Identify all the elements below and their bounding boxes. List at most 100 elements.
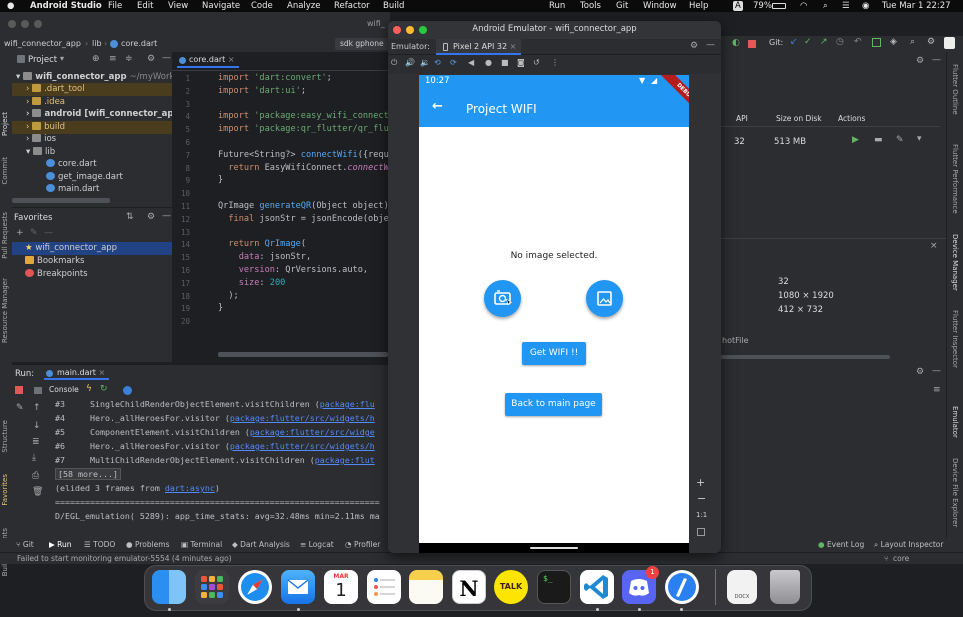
project-dropdown[interactable]: Project — [28, 55, 57, 65]
search-icon[interactable]: ⌕ — [823, 0, 828, 12]
console-line[interactable]: #7 MultiChildRenderObjectElement.visitCh… — [55, 454, 375, 468]
sort-icon[interactable]: ⇅ — [126, 212, 134, 222]
menu-view[interactable]: View — [168, 0, 188, 12]
volume-down-icon[interactable]: 🔉 — [420, 58, 430, 67]
more-options-icon[interactable]: ⋮ — [551, 58, 559, 67]
menu-run[interactable]: Run — [549, 0, 565, 12]
code-line[interactable]: QrImage generateQR(Object object) — [218, 200, 389, 213]
tab-logcat[interactable]: ≡ Logcat — [300, 540, 334, 549]
menu-app-name[interactable]: Android Studio — [30, 0, 102, 12]
strip-structure[interactable]: Structure — [1, 420, 9, 453]
console-line[interactable]: [58 more...] — [55, 468, 121, 482]
tab-dart-analysis[interactable]: ◆ Dart Analysis — [232, 540, 290, 549]
target-icon[interactable]: ⊕ — [92, 54, 100, 64]
close-icon[interactable]: × — [510, 42, 517, 51]
dock-mail-icon[interactable] — [281, 570, 315, 604]
code-line[interactable]: import 'package:qr_flutter/qr_flu — [218, 123, 389, 136]
breadcrumb-file[interactable]: core.dart — [121, 39, 157, 48]
close-icon[interactable]: × — [228, 55, 235, 64]
tab-layout-inspector[interactable]: ⌕ Layout Inspector — [874, 540, 943, 550]
dock-kakaotalk-icon[interactable]: TALK — [494, 570, 528, 604]
code-line[interactable]: final jsonStr = jsonEncode(obje — [218, 213, 388, 226]
strip-project[interactable]: Project — [1, 112, 9, 136]
details-scrollbar[interactable] — [720, 355, 890, 359]
expand-all-icon[interactable]: ≡ — [109, 54, 117, 64]
zoom-out-icon[interactable]: − — [697, 492, 706, 505]
dock-xcode-icon[interactable] — [665, 570, 699, 604]
input-source-icon[interactable]: A — [733, 1, 743, 11]
scroll-up-icon[interactable]: ↑ — [33, 403, 41, 413]
back-to-main-button[interactable]: Back to main page — [505, 393, 602, 416]
edit-device-icon[interactable]: ✎ — [896, 135, 904, 145]
strip-resource-manager[interactable]: Resource Manager — [1, 278, 9, 343]
gear-icon[interactable]: ⚙ — [916, 367, 924, 377]
tree-lib[interactable]: ▾ lib — [12, 146, 55, 159]
window-zoom-icon[interactable] — [34, 20, 42, 28]
menu-window[interactable]: Window — [643, 0, 677, 12]
menu-help[interactable]: Help — [689, 0, 708, 12]
close-icon[interactable]: × — [98, 368, 105, 377]
strip-favorites[interactable]: Favorites — [1, 474, 9, 506]
code-line[interactable]: data: jsonStr, — [218, 251, 311, 264]
code-line[interactable]: import 'package:easy_wifi_connect — [218, 110, 389, 123]
back-arrow-icon[interactable]: ← — [432, 99, 443, 114]
device-tab[interactable]: Pixel 2 API 32 × — [436, 39, 521, 55]
get-wifi-button[interactable]: Get WIFI !! — [522, 342, 586, 365]
editor-scrollbar[interactable] — [218, 352, 388, 357]
scroll-down-icon[interactable]: ↓ — [33, 421, 41, 431]
dock-document-icon[interactable]: DOCX — [727, 570, 757, 604]
scroll-to-end-icon[interactable]: ⤓ — [32, 453, 36, 463]
console-line[interactable]: ========================================… — [55, 496, 380, 510]
tree-get-image-dart[interactable]: get_image.dart — [12, 171, 123, 184]
gear-icon[interactable]: ⚙ — [690, 41, 698, 51]
git-update-icon[interactable]: ↙ — [790, 37, 798, 47]
tree-scrollbar[interactable] — [12, 198, 110, 203]
strip-emulator[interactable]: Emulator — [951, 406, 959, 438]
gear-icon[interactable]: ⚙ — [916, 56, 924, 66]
dock-notes-icon[interactable] — [409, 570, 443, 604]
tree-main-dart[interactable]: main.dart — [12, 183, 99, 196]
tab-git[interactable]: ⑂ Git — [16, 540, 34, 549]
jetbrains-toolbox-icon[interactable] — [944, 37, 955, 49]
minimize-panel-icon[interactable]: — — [162, 53, 171, 63]
strip-flutter-inspector[interactable]: Flutter Inspector — [951, 310, 959, 368]
console-line[interactable]: #4 Hero._allHeroesFor.visitor (package:f… — [55, 412, 375, 426]
status-branch[interactable]: core — [893, 554, 909, 563]
home-handle[interactable] — [530, 547, 578, 549]
edit-icon[interactable]: ✎ — [30, 228, 38, 238]
dock-trash-icon[interactable] — [770, 570, 800, 604]
menu-git[interactable]: Git — [616, 0, 628, 12]
minimize-panel-icon[interactable]: — — [706, 40, 715, 50]
more-actions-icon[interactable]: ▾ — [917, 134, 922, 144]
menu-navigate[interactable]: Navigate — [202, 0, 240, 12]
dock-safari-icon[interactable] — [238, 570, 272, 604]
status-message[interactable]: Failed to start monitoring emulator-5554… — [17, 554, 232, 563]
collapse-all-icon[interactable]: ≑ — [125, 54, 133, 64]
volume-up-icon[interactable]: 🔊 — [405, 58, 415, 67]
remove-icon[interactable]: — — [44, 228, 53, 238]
zoom-in-icon[interactable]: + — [696, 476, 705, 489]
gallery-button[interactable] — [586, 280, 623, 317]
console-line[interactable]: (elided 3 frames from dart:async) — [55, 482, 220, 496]
control-center-icon[interactable]: ☰ — [842, 0, 850, 12]
run-tab-main[interactable]: main.dart × — [44, 366, 110, 380]
search-icon[interactable]: ⌕ — [910, 37, 915, 47]
screenshot-icon[interactable]: ◙ — [517, 58, 525, 67]
trash-icon[interactable]: 🗑 — [32, 487, 43, 497]
menu-build[interactable]: Build — [383, 0, 404, 12]
console-line[interactable]: #3 SingleChildRenderObjectElement.visitC… — [55, 398, 375, 412]
console-line[interactable]: D/EGL_emulation( 5289): app_time_stats: … — [55, 510, 380, 524]
rotate-left-icon[interactable]: ⟲ — [434, 58, 441, 67]
minimize-panel-icon[interactable]: — — [932, 55, 941, 65]
dock-terminal-icon[interactable]: $_ — [537, 570, 571, 604]
strip-device-file-explorer[interactable]: Device File Explorer — [951, 458, 959, 527]
tab-terminal[interactable]: ▣ Terminal — [181, 540, 222, 549]
minimize-panel-icon[interactable]: — — [162, 211, 171, 221]
tree-idea[interactable]: › .idea — [12, 96, 172, 109]
minimize-panel-icon[interactable]: — — [932, 366, 941, 376]
menu-file[interactable]: File — [108, 0, 122, 12]
strip-flutter-performance[interactable]: Flutter Performance — [951, 144, 959, 214]
git-commit-icon[interactable]: ✓ — [804, 37, 812, 47]
fit-screen-icon[interactable] — [697, 528, 705, 536]
snapshot-icon[interactable]: ↺ — [533, 58, 540, 67]
